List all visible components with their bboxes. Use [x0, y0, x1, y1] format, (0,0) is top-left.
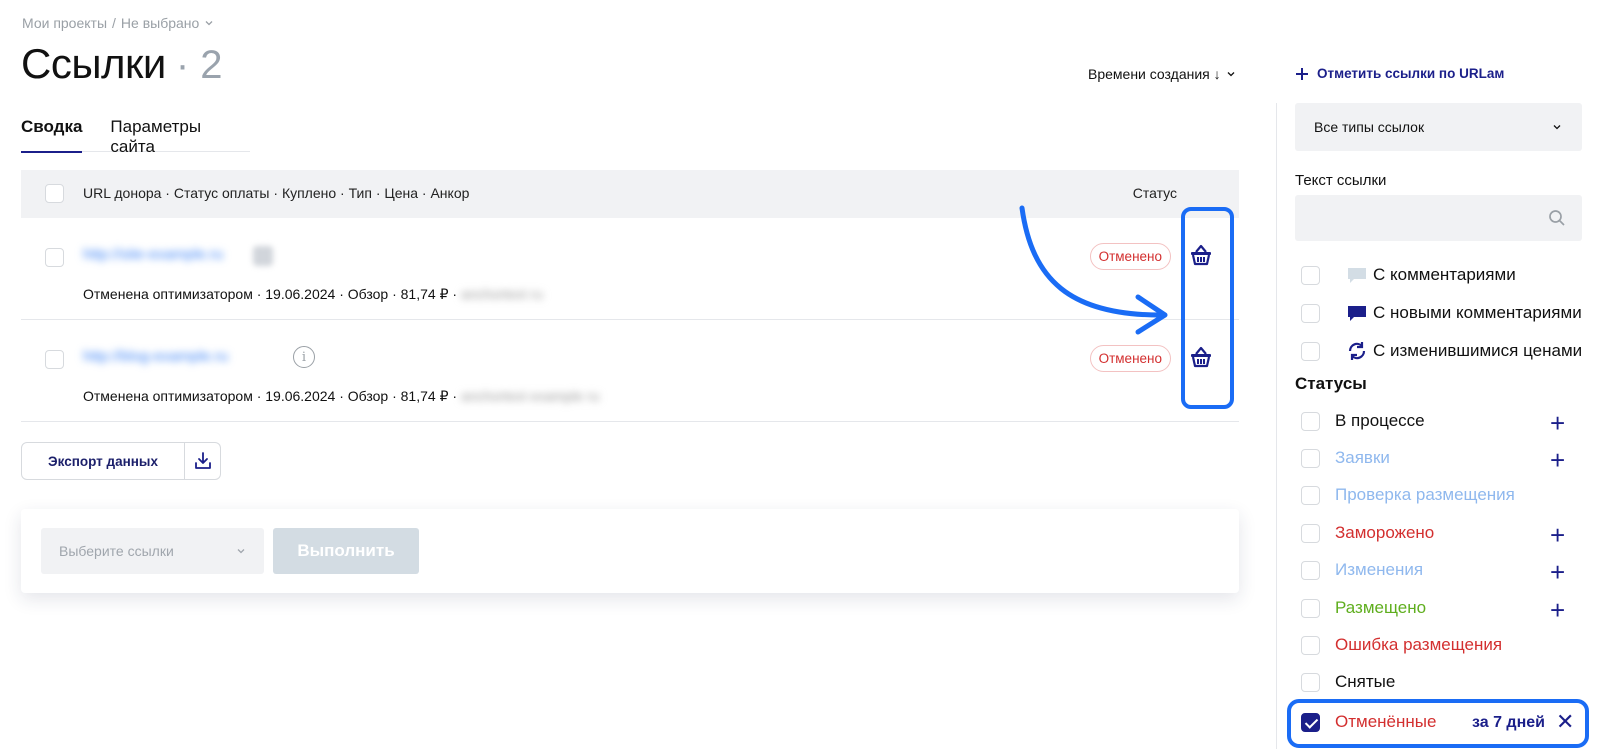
add-in-progress-button[interactable]: + [1550, 410, 1565, 436]
tabs: Сводка Параметры сайта [21, 117, 250, 156]
chevron-down-icon [237, 549, 245, 554]
status-checkbox[interactable] [1301, 485, 1320, 505]
link-text-label: Текст ссылки [1295, 172, 1387, 189]
run-button[interactable]: Выполнить [273, 528, 419, 574]
filter-new-comments[interactable]: С новыми комментариями [1301, 302, 1582, 324]
filter-label: С комментариями [1373, 265, 1516, 284]
status-checkbox[interactable] [1301, 598, 1320, 618]
select-all-checkbox[interactable] [45, 184, 64, 203]
status-changes[interactable]: Изменения [1301, 560, 1423, 580]
sort-label: Времени создания ↓ [1088, 66, 1221, 82]
download-icon [194, 452, 211, 469]
mark-by-urls-label: Отметить ссылки по URLам [1317, 66, 1505, 81]
bulk-action-panel: Выберите ссылки Выполнить [21, 509, 1239, 593]
filter-checkbox[interactable] [1301, 341, 1320, 361]
sidebar-divider [1276, 103, 1277, 749]
row-meta: Отменена оптимизатором · 19.06.2024 · Об… [83, 286, 543, 303]
status-label: Проверка размещения [1335, 485, 1515, 504]
status-placement-check[interactable]: Проверка размещения [1301, 485, 1515, 505]
new-comment-icon [1348, 306, 1366, 321]
add-frozen-button[interactable]: + [1550, 522, 1565, 548]
blurred-icon [253, 246, 273, 266]
plus-icon [1296, 67, 1308, 80]
chevron-down-icon[interactable] [204, 18, 214, 28]
status-label: Снятые [1335, 672, 1396, 691]
row-meta-text: Отменена оптимизатором · 19.06.2024 · Об… [83, 388, 458, 404]
refresh-icon [1348, 342, 1366, 360]
status-checkbox[interactable] [1301, 672, 1320, 692]
status-in-progress[interactable]: В процессе [1301, 411, 1425, 431]
status-label: В процессе [1335, 411, 1425, 430]
status-checkbox[interactable] [1301, 411, 1320, 431]
tab-summary[interactable]: Сводка [21, 117, 83, 153]
status-frozen[interactable]: Заморожено [1301, 523, 1434, 543]
status-placement-error[interactable]: Ошибка размещения [1301, 635, 1502, 655]
status-label: Размещено [1335, 598, 1427, 617]
status-removed[interactable]: Снятые [1301, 672, 1395, 692]
row-checkbox[interactable] [45, 248, 64, 267]
chevron-down-icon [1553, 125, 1561, 130]
table-row: http://blog-example.ru i Отменена оптими… [21, 320, 1239, 422]
status-checkbox[interactable] [1301, 560, 1320, 580]
status-badge: Отменено [1089, 345, 1171, 372]
link-type-dropdown[interactable]: Все типы ссылок [1295, 103, 1582, 151]
info-icon[interactable]: i [293, 346, 315, 368]
breadcrumb-projects[interactable]: Мои проекты [22, 15, 107, 31]
chevron-down-icon [1227, 72, 1235, 77]
filter-changed-prices[interactable]: С изменившимися ценами [1301, 340, 1582, 362]
status-column-header: Статус [1132, 185, 1177, 201]
status-label: Заявки [1335, 448, 1390, 467]
row-meta-text: Отменена оптимизатором · 19.06.2024 · Об… [83, 286, 458, 302]
filter-label: С новыми комментариями [1373, 303, 1582, 322]
row-anchor: anchortext ru [461, 286, 543, 302]
breadcrumb-separator: / [112, 15, 116, 31]
status-label: Заморожено [1335, 523, 1435, 542]
export-data-button[interactable]: Экспорт данных [21, 442, 185, 480]
donor-url-link[interactable]: http://blog-example.ru [83, 348, 228, 365]
status-checkbox[interactable] [1301, 448, 1320, 468]
export-group: Экспорт данных [21, 442, 221, 480]
select-links-dropdown[interactable]: Выберите ссылки [41, 528, 264, 574]
donor-url-link[interactable]: http://site-example.ru [83, 246, 223, 263]
row-meta: Отменена оптимизатором · 19.06.2024 · Об… [83, 388, 600, 405]
download-button[interactable] [185, 442, 221, 480]
status-checkbox[interactable] [1301, 523, 1320, 543]
statuses-title: Статусы [1295, 374, 1367, 393]
row-checkbox[interactable] [45, 350, 64, 369]
link-type-value: Все типы ссылок [1314, 119, 1425, 135]
comment-icon [1348, 268, 1366, 283]
page-header: Ссылки · 2 [21, 40, 223, 88]
mark-by-urls-button[interactable]: Отметить ссылки по URLам [1295, 66, 1504, 81]
row-anchor: anchortext example ru [461, 388, 600, 404]
add-placed-button[interactable]: + [1550, 597, 1565, 623]
tab-site-params[interactable]: Параметры сайта [110, 117, 250, 156]
status-placed[interactable]: Размещено [1301, 598, 1426, 618]
breadcrumb: Мои проекты / Не выбрано [22, 15, 214, 31]
filter-with-comments[interactable]: С комментариями [1301, 264, 1516, 286]
highlight-canceled [1287, 699, 1589, 748]
page-title: Ссылки [21, 40, 166, 87]
status-label: Изменения [1335, 560, 1424, 579]
columns-label: URL донора · Статус оплаты · Куплено · Т… [83, 185, 470, 201]
links-count: · 2 [175, 43, 223, 87]
breadcrumb-current[interactable]: Не выбрано [121, 15, 199, 31]
link-text-input[interactable] [1295, 195, 1582, 241]
sort-dropdown[interactable]: Времени создания ↓ [1088, 66, 1236, 82]
add-requests-button[interactable]: + [1550, 447, 1565, 473]
status-label: Ошибка размещения [1335, 635, 1503, 654]
filter-checkbox[interactable] [1301, 303, 1320, 323]
filter-label: С изменившимися ценами [1373, 341, 1583, 360]
select-links-placeholder: Выберите ссылки [59, 543, 174, 559]
highlight-baskets [1181, 207, 1234, 409]
status-requests[interactable]: Заявки [1301, 448, 1390, 468]
status-checkbox[interactable] [1301, 635, 1320, 655]
add-changes-button[interactable]: + [1550, 559, 1565, 585]
filter-checkbox[interactable] [1301, 265, 1320, 285]
search-icon[interactable] [1548, 209, 1566, 227]
annotation-arrow-icon [1019, 205, 1168, 335]
